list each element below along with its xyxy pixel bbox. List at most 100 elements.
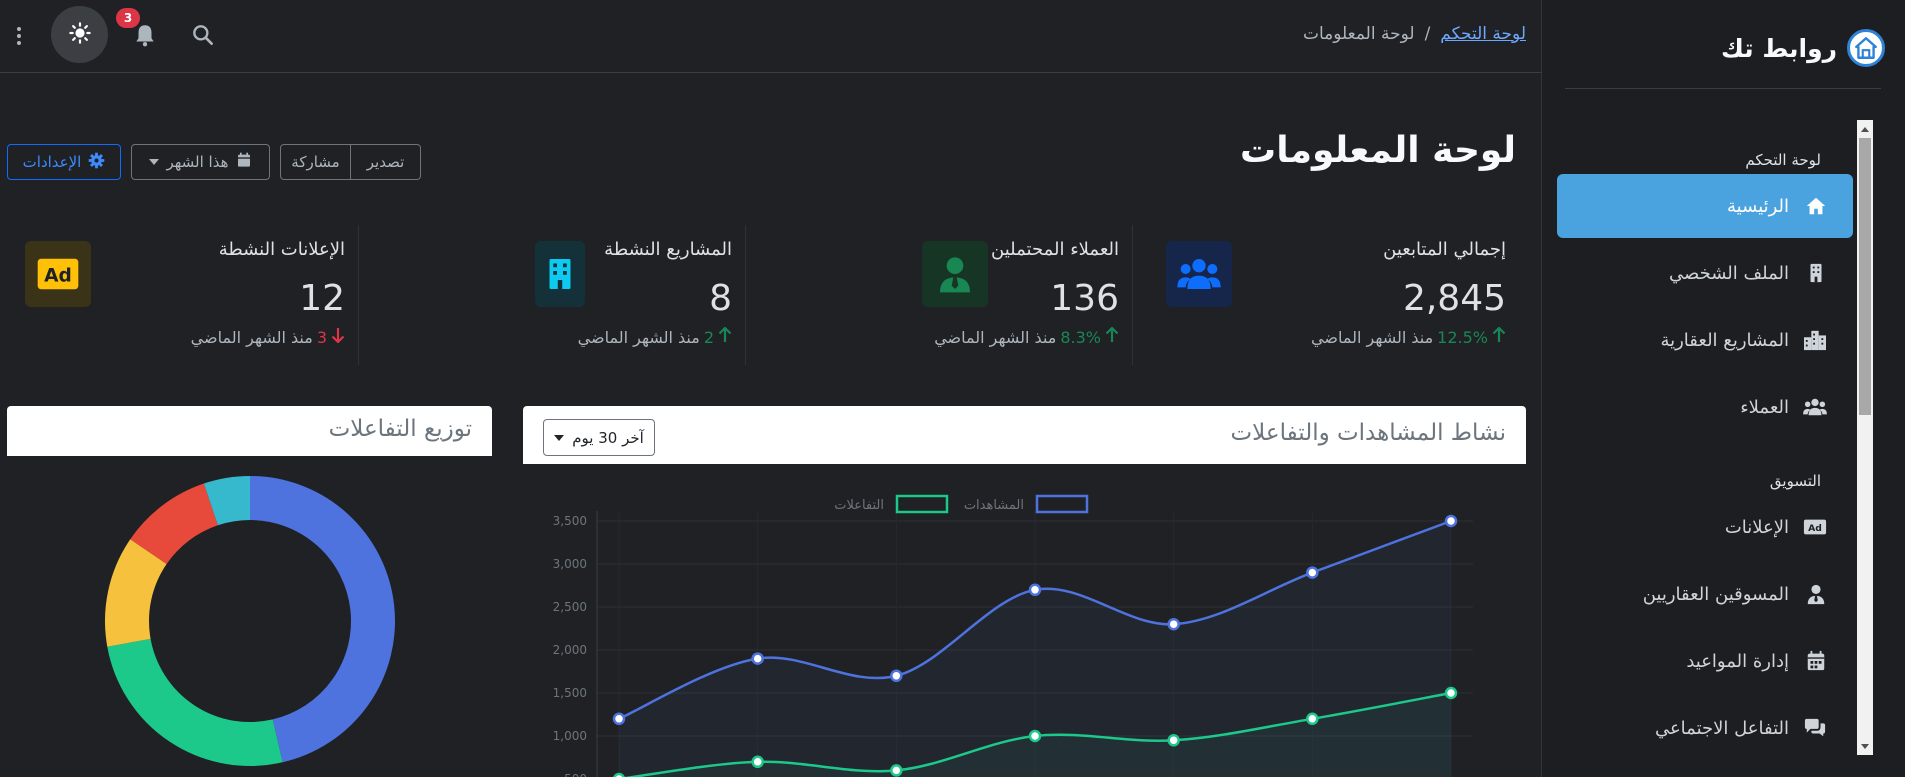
more-options-icon[interactable] <box>12 24 26 48</box>
sidebar-item-label: إدارة المواعيد <box>1686 650 1789 672</box>
scroll-up-arrow[interactable] <box>1857 122 1873 136</box>
arrow-down-icon <box>331 327 345 347</box>
arrow-up-icon <box>718 326 732 347</box>
period-dropdown[interactable]: هذا الشهر <box>131 144 270 180</box>
brand-logo-icon <box>1847 29 1885 67</box>
notifications-badge: 3 <box>116 8 140 28</box>
user-tie-icon <box>922 241 988 307</box>
range-label: آخر 30 يوم <box>572 428 644 447</box>
stat-change: 2 منذ الشهر الماضي <box>577 326 732 347</box>
settings-label: الإعدادات <box>22 153 82 171</box>
data-point <box>1306 566 1319 579</box>
activity-card-header: نشاط المشاهدات والتفاعلات آخر 30 يوم <box>523 406 1526 464</box>
period-label: هذا الشهر <box>166 153 229 171</box>
stat-change: 8.3% منذ الشهر الماضي <box>934 326 1119 347</box>
legend-swatch <box>1035 494 1089 514</box>
sidebar-item-social[interactable]: التفاعل الاجتماعي <box>1557 696 1853 760</box>
data-point <box>890 764 903 777</box>
breadcrumb-link-dashboard[interactable]: لوحة التحكم <box>1440 24 1526 44</box>
activity-line-chart: 500 1,000 1,500 2,000 2,500 3,000 3,500 المشاه… <box>553 494 1473 777</box>
distribution-card-header: توزيع التفاعلات <box>7 406 492 456</box>
sidebar-item-label: الملف الشخصي <box>1669 262 1789 284</box>
sidebar-item-clients[interactable]: العملاء <box>1557 375 1853 439</box>
page-title: لوحة المعلومات <box>1240 130 1516 171</box>
sidebar-item-ads[interactable]: Ad الإعلانات <box>1557 495 1853 559</box>
stat-value: 8 <box>709 278 732 319</box>
data-point <box>1028 729 1042 743</box>
chevron-down-icon <box>554 434 565 441</box>
share-button[interactable]: مشاركة <box>281 145 351 179</box>
brand[interactable]: روابط تك <box>1721 26 1885 70</box>
y-tick-label: 2,000 <box>553 643 587 657</box>
stat-card-projects: المشاريع النشطة 8 2 منذ الشهر الماضي <box>392 233 732 351</box>
donut-slice[interactable] <box>203 476 251 526</box>
sidebar: روابط تك لوحة التحكم الرئيسية الملف الشخ… <box>1541 0 1905 777</box>
breadcrumb-current: لوحة المعلومات <box>1302 24 1415 44</box>
data-point <box>751 755 764 769</box>
comments-icon <box>1804 717 1827 739</box>
legend-label: التفاعلات <box>834 498 884 513</box>
stat-change-value: 2 <box>703 327 714 347</box>
sidebar-item-appointments[interactable]: إدارة المواعيد <box>1557 629 1853 693</box>
donut-slice[interactable] <box>130 483 219 565</box>
scroll-down-arrow[interactable] <box>1857 739 1873 753</box>
search-icon[interactable] <box>190 22 216 48</box>
chevron-down-icon <box>149 159 160 165</box>
data-point <box>1028 583 1042 597</box>
y-tick-label: 1,500 <box>553 686 587 700</box>
gear-icon <box>88 152 105 173</box>
home-icon <box>1805 195 1827 217</box>
stat-value: 2,845 <box>1402 278 1506 319</box>
sidebar-item-marketers[interactable]: المسوقين العقاريين <box>1557 562 1853 626</box>
data-point <box>1444 514 1458 528</box>
data-point <box>1167 734 1180 747</box>
export-share-group: تصدير مشاركة <box>280 144 421 180</box>
data-point <box>1167 617 1180 631</box>
legend-label: المشاهدات <box>964 498 1024 513</box>
stat-value: 12 <box>299 278 345 319</box>
sidebar-item-label: الإعلانات <box>1724 516 1789 538</box>
data-point <box>612 712 626 726</box>
range-dropdown[interactable]: آخر 30 يوم <box>543 419 655 456</box>
building-icon <box>535 241 585 307</box>
scrollbar-thumb[interactable] <box>1859 138 1871 415</box>
stat-change: 3 منذ الشهر الماضي <box>191 327 345 347</box>
svg-text:Ad: Ad <box>1808 523 1822 534</box>
data-point <box>890 669 903 683</box>
stat-divider <box>358 225 359 365</box>
y-tick-label: 3,000 <box>553 557 587 571</box>
distribution-donut-chart <box>105 476 395 766</box>
sidebar-item-label: المشاريع العقارية <box>1660 329 1789 351</box>
activity-card-title: نشاط المشاهدات والتفاعلات <box>1230 420 1506 446</box>
stat-value: 136 <box>1050 278 1119 319</box>
brand-name: روابط تك <box>1720 33 1837 63</box>
users-icon <box>1166 241 1232 307</box>
data-point <box>1306 712 1319 726</box>
ad-icon: Ad <box>1803 516 1827 538</box>
donut-slice[interactable] <box>249 476 395 763</box>
stat-divider <box>1132 225 1133 365</box>
sidebar-item-label: المسوقين العقاريين <box>1642 583 1789 605</box>
user-tie-icon <box>1805 583 1827 605</box>
data-point <box>751 652 764 665</box>
sidebar-item-profile[interactable]: الملف الشخصي <box>1557 241 1853 305</box>
donut-slice[interactable] <box>107 638 283 766</box>
stat-divider <box>745 225 746 365</box>
stat-change-suffix: منذ الشهر الماضي <box>577 327 700 347</box>
export-button[interactable]: تصدير <box>351 145 420 179</box>
sidebar-item-home[interactable]: الرئيسية <box>1557 174 1853 238</box>
distribution-card-title: توزيع التفاعلات <box>328 416 472 442</box>
ad-icon: Ad <box>25 241 91 307</box>
sidebar-scrollbar[interactable] <box>1857 120 1873 755</box>
arrow-up-icon <box>1105 326 1119 347</box>
arrow-up-icon <box>1492 326 1506 347</box>
donut-slice[interactable] <box>105 539 167 647</box>
building-icon <box>1805 262 1827 284</box>
sidebar-item-projects[interactable]: المشاريع العقارية <box>1557 308 1853 372</box>
y-tick-label: 3,500 <box>553 514 587 528</box>
y-tick-label: 2,500 <box>553 600 587 614</box>
settings-button[interactable]: الإعدادات <box>7 144 121 180</box>
stat-change-value: 3 <box>316 327 327 347</box>
theme-toggle-button[interactable] <box>51 6 108 63</box>
sidebar-item-label: التفاعل الاجتماعي <box>1654 717 1789 739</box>
